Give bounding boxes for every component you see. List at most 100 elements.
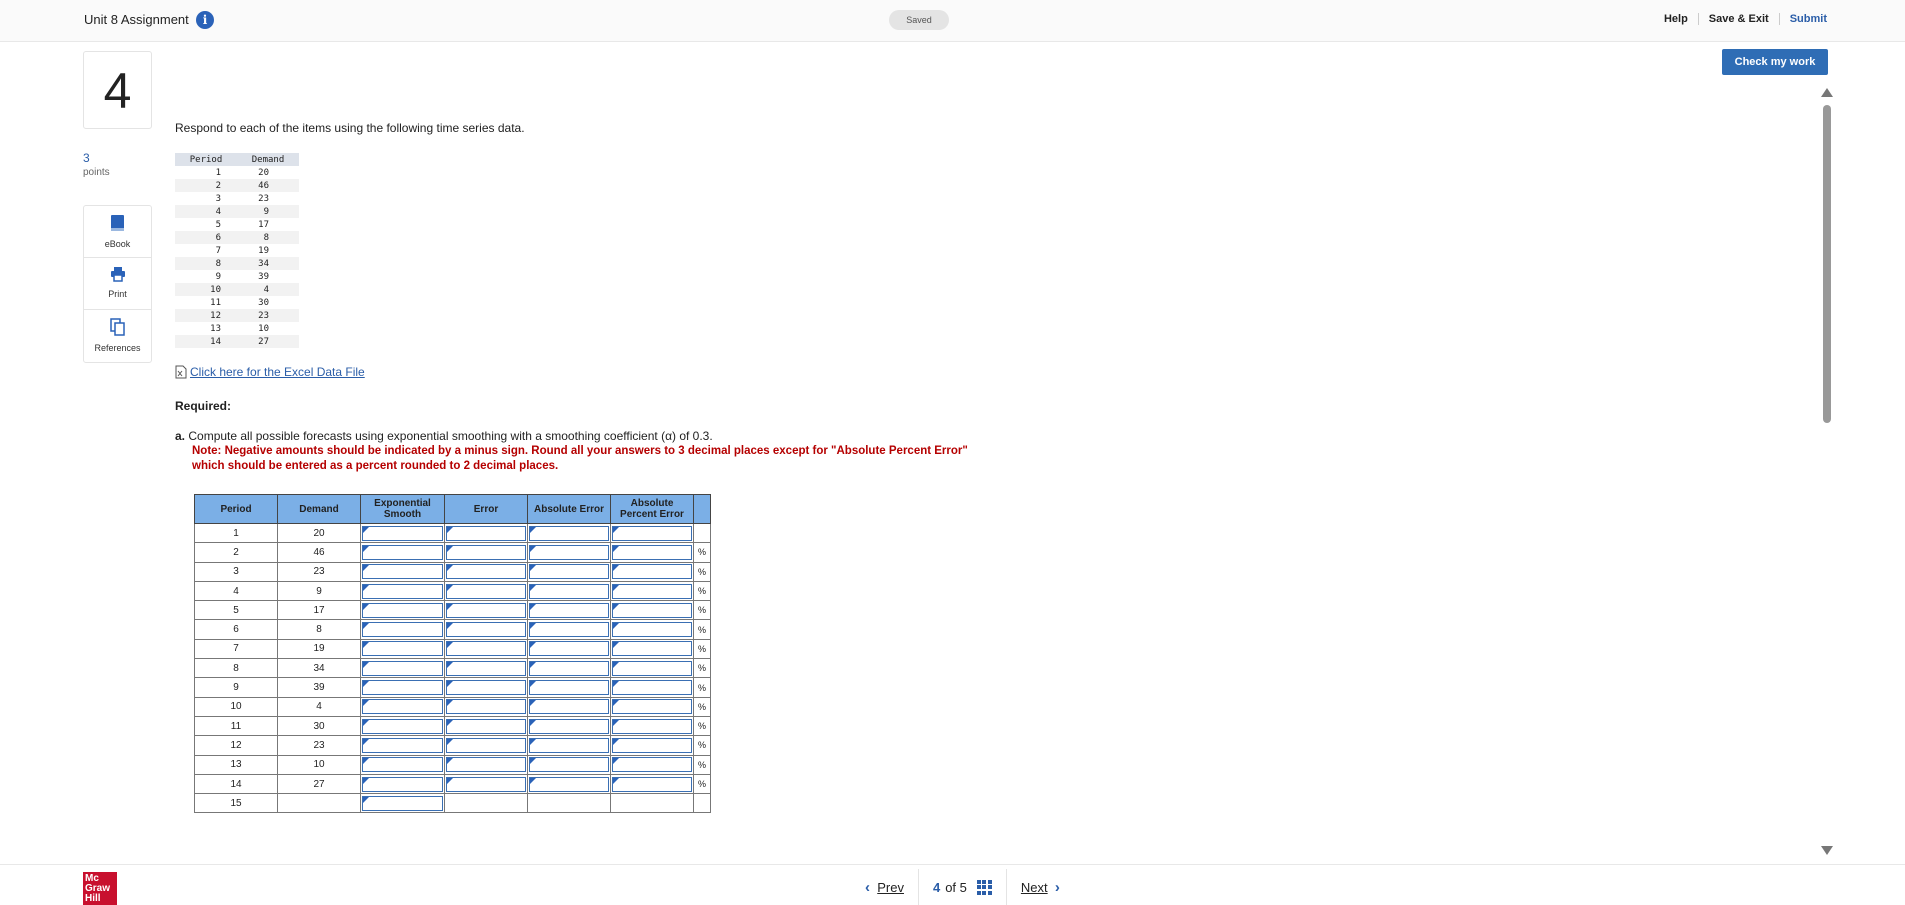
error-input[interactable] — [446, 525, 526, 541]
abs-error-cell — [527, 696, 611, 717]
prev-button[interactable]: ‹ Prev — [851, 869, 918, 905]
exp-smooth-input[interactable] — [362, 641, 443, 657]
help-link[interactable]: Help — [1654, 13, 1699, 25]
table-row: 9 39 — [175, 270, 299, 283]
scroll-down-arrow-icon[interactable] — [1821, 846, 1833, 855]
abs-pct-error-input[interactable] — [612, 757, 692, 773]
abs-pct-error-input[interactable] — [612, 583, 692, 599]
check-my-work-button[interactable]: Check my work — [1722, 49, 1828, 75]
abs-pct-error-input[interactable] — [612, 544, 692, 560]
exp-smooth-input[interactable] — [362, 583, 443, 599]
submit-link[interactable]: Submit — [1780, 13, 1827, 25]
abs-error-input[interactable] — [529, 699, 609, 715]
scroll-up-arrow-icon[interactable] — [1821, 88, 1833, 97]
exp-smooth-input[interactable] — [362, 622, 443, 638]
abs-pct-error-input[interactable] — [612, 641, 692, 657]
exp-smooth-input[interactable] — [362, 718, 443, 734]
table-row: 12 23 — [175, 309, 299, 322]
print-button[interactable]: Print — [84, 258, 151, 310]
abs-pct-error-input[interactable] — [612, 737, 692, 753]
error-input[interactable] — [446, 660, 526, 676]
error-input[interactable] — [446, 699, 526, 715]
exp-smooth-input[interactable] — [362, 699, 443, 715]
abs-error-input[interactable] — [529, 544, 609, 560]
exp-smooth-input[interactable] — [362, 564, 443, 580]
exp-smooth-cell — [360, 696, 445, 717]
chevron-left-icon: ‹ — [865, 878, 870, 896]
abs-pct-error-cell — [610, 754, 694, 775]
abs-error-input[interactable] — [529, 660, 609, 676]
required-label: Required: — [175, 399, 232, 413]
abs-error-input[interactable] — [529, 680, 609, 696]
percent-sign: % — [693, 773, 711, 795]
scrollbar-thumb[interactable] — [1823, 105, 1831, 423]
abs-error-input[interactable] — [529, 525, 609, 541]
exp-smooth-input[interactable] — [362, 776, 443, 792]
exp-smooth-input[interactable] — [362, 544, 443, 560]
excel-data-link[interactable]: Click here for the Excel Data File — [175, 365, 365, 379]
period-cell: 13 — [210, 323, 221, 334]
abs-pct-error-input[interactable] — [612, 680, 692, 696]
abs-pct-error-input[interactable] — [612, 622, 692, 638]
abs-error-input[interactable] — [529, 583, 609, 599]
error-input[interactable] — [446, 776, 526, 792]
error-input[interactable] — [446, 564, 526, 580]
table-row: 6 8% — [194, 619, 711, 640]
info-icon[interactable]: i — [196, 11, 214, 29]
error-input[interactable] — [446, 544, 526, 560]
exp-smooth-input[interactable] — [362, 602, 443, 618]
error-input[interactable] — [446, 641, 526, 657]
error-cell — [444, 773, 528, 795]
ebook-button[interactable]: eBook — [84, 206, 151, 258]
question-navigator[interactable]: 4 of 5 — [917, 869, 1006, 905]
error-input[interactable] — [446, 680, 526, 696]
table-row: 11 30% — [194, 715, 711, 737]
error-input[interactable] — [446, 622, 526, 638]
abs-pct-error-cell — [610, 773, 694, 795]
period-cell: 11 — [210, 297, 221, 308]
abs-error-input[interactable] — [529, 564, 609, 580]
error-input[interactable] — [446, 718, 526, 734]
error-input[interactable] — [446, 583, 526, 599]
error-input[interactable] — [446, 757, 526, 773]
period-cell: 1 — [215, 167, 221, 178]
percent-sign: % — [693, 561, 711, 582]
part-a-letter: a. — [175, 429, 186, 443]
next-button[interactable]: Next › — [1005, 869, 1074, 905]
abs-pct-error-input[interactable] — [612, 776, 692, 792]
exp-smooth-input[interactable] — [362, 737, 443, 753]
exp-smooth-input[interactable] — [362, 525, 443, 541]
abs-error-cell — [527, 773, 611, 795]
demand-cell: 34 — [277, 658, 361, 679]
references-button[interactable]: References — [84, 310, 151, 362]
excel-link-text[interactable]: Click here for the Excel Data File — [190, 365, 365, 379]
abs-pct-error-input[interactable] — [612, 525, 692, 541]
abs-pct-error-input[interactable] — [612, 699, 692, 715]
saved-status-badge: Saved — [889, 10, 949, 30]
save-exit-link[interactable]: Save & Exit — [1699, 13, 1780, 25]
exp-smooth-input[interactable] — [362, 757, 443, 773]
demand-cell: 39 — [258, 271, 269, 282]
abs-error-input[interactable] — [529, 757, 609, 773]
question-pager: ‹ Prev 4 of 5 Next › — [851, 869, 1074, 905]
exp-smooth-input[interactable] — [362, 680, 443, 696]
error-cell — [444, 715, 528, 737]
abs-pct-error-input[interactable] — [612, 718, 692, 734]
abs-error-input[interactable] — [529, 776, 609, 792]
chevron-right-icon: › — [1054, 878, 1060, 896]
abs-error-input[interactable] — [529, 641, 609, 657]
abs-error-input[interactable] — [529, 718, 609, 734]
exp-smooth-input[interactable] — [362, 660, 443, 676]
abs-error-input[interactable] — [529, 602, 609, 618]
error-input[interactable] — [446, 602, 526, 618]
abs-pct-error-input[interactable] — [612, 564, 692, 580]
abs-pct-error-input[interactable] — [612, 602, 692, 618]
abs-error-input[interactable] — [529, 622, 609, 638]
abs-pct-error-input[interactable] — [612, 660, 692, 676]
percent-sign: % — [693, 542, 711, 563]
error-cell — [444, 658, 528, 679]
abs-error-input[interactable] — [529, 737, 609, 753]
grid-view-icon[interactable] — [976, 879, 992, 895]
error-input[interactable] — [446, 737, 526, 753]
exp-smooth-input[interactable] — [362, 795, 443, 811]
